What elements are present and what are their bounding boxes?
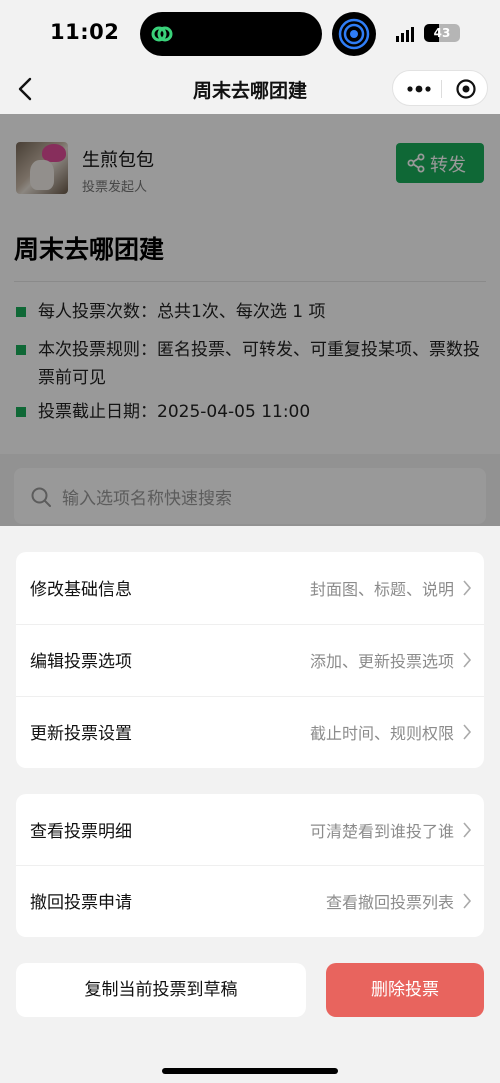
copy-to-draft-button[interactable]: 复制当前投票到草稿 [16,963,306,1017]
menu-item-hint: 截止时间、规则权限 [309,724,454,743]
more-icon[interactable] [405,80,433,98]
menu-item-edit-vote-options[interactable]: 编辑投票选项 添加、更新投票选项 [16,624,484,696]
divider [16,696,484,697]
chevron-right-icon [463,580,472,596]
menu-item-view-vote-details[interactable]: 查看投票明细 可清楚看到谁投了谁 [16,794,484,866]
chevron-right-icon [463,822,472,838]
signal-icon [396,27,414,42]
close-mini-program-icon[interactable] [455,78,477,100]
delete-vote-button[interactable]: 删除投票 [326,963,484,1017]
records-card: 查看投票明细 可清楚看到谁投了谁 撤回投票申请 查看撤回投票列表 [16,794,484,937]
menu-item-label: 编辑投票选项 [30,652,132,672]
menu-item-hint: 查看撤回投票列表 [325,893,454,912]
menu-item-edit-basic-info[interactable]: 修改基础信息 封面图、标题、说明 [16,552,484,624]
nav-bar: 周末去哪团建 [0,64,500,114]
back-icon[interactable] [14,76,38,102]
home-indicator [162,1068,338,1074]
modal-overlay[interactable] [0,114,500,526]
settings-card: 修改基础信息 封面图、标题、说明 编辑投票选项 添加、更新投票选项 更新投票设置… [16,552,484,768]
menu-item-label: 查看投票明细 [30,822,132,842]
menu-item-withdraw-requests[interactable]: 撤回投票申请 查看撤回投票列表 [16,865,484,937]
menu-item-label: 修改基础信息 [30,580,132,600]
chevron-right-icon [463,652,472,668]
battery-icon: 43 [424,24,460,42]
status-time: 11:02 [50,20,120,44]
chevron-right-icon [463,724,472,740]
mini-program-capsule [392,70,488,106]
airdrop-icon [332,12,376,56]
menu-item-hint: 封面图、标题、说明 [309,580,454,599]
menu-item-hint: 可清楚看到谁投了谁 [309,822,454,841]
menu-item-label: 更新投票设置 [30,724,132,744]
battery-level: 43 [433,26,451,40]
menu-item-update-vote-settings[interactable]: 更新投票设置 截止时间、规则权限 [16,696,484,768]
menu-item-hint: 添加、更新投票选项 [309,652,454,671]
capsule-divider [441,80,442,98]
divider [16,865,484,866]
menu-item-label: 撤回投票申请 [30,893,132,913]
divider [16,624,484,625]
chevron-right-icon [463,893,472,909]
dynamic-island [140,12,322,56]
status-bar: 11:02 43 [0,0,500,64]
link-icon [151,26,173,42]
